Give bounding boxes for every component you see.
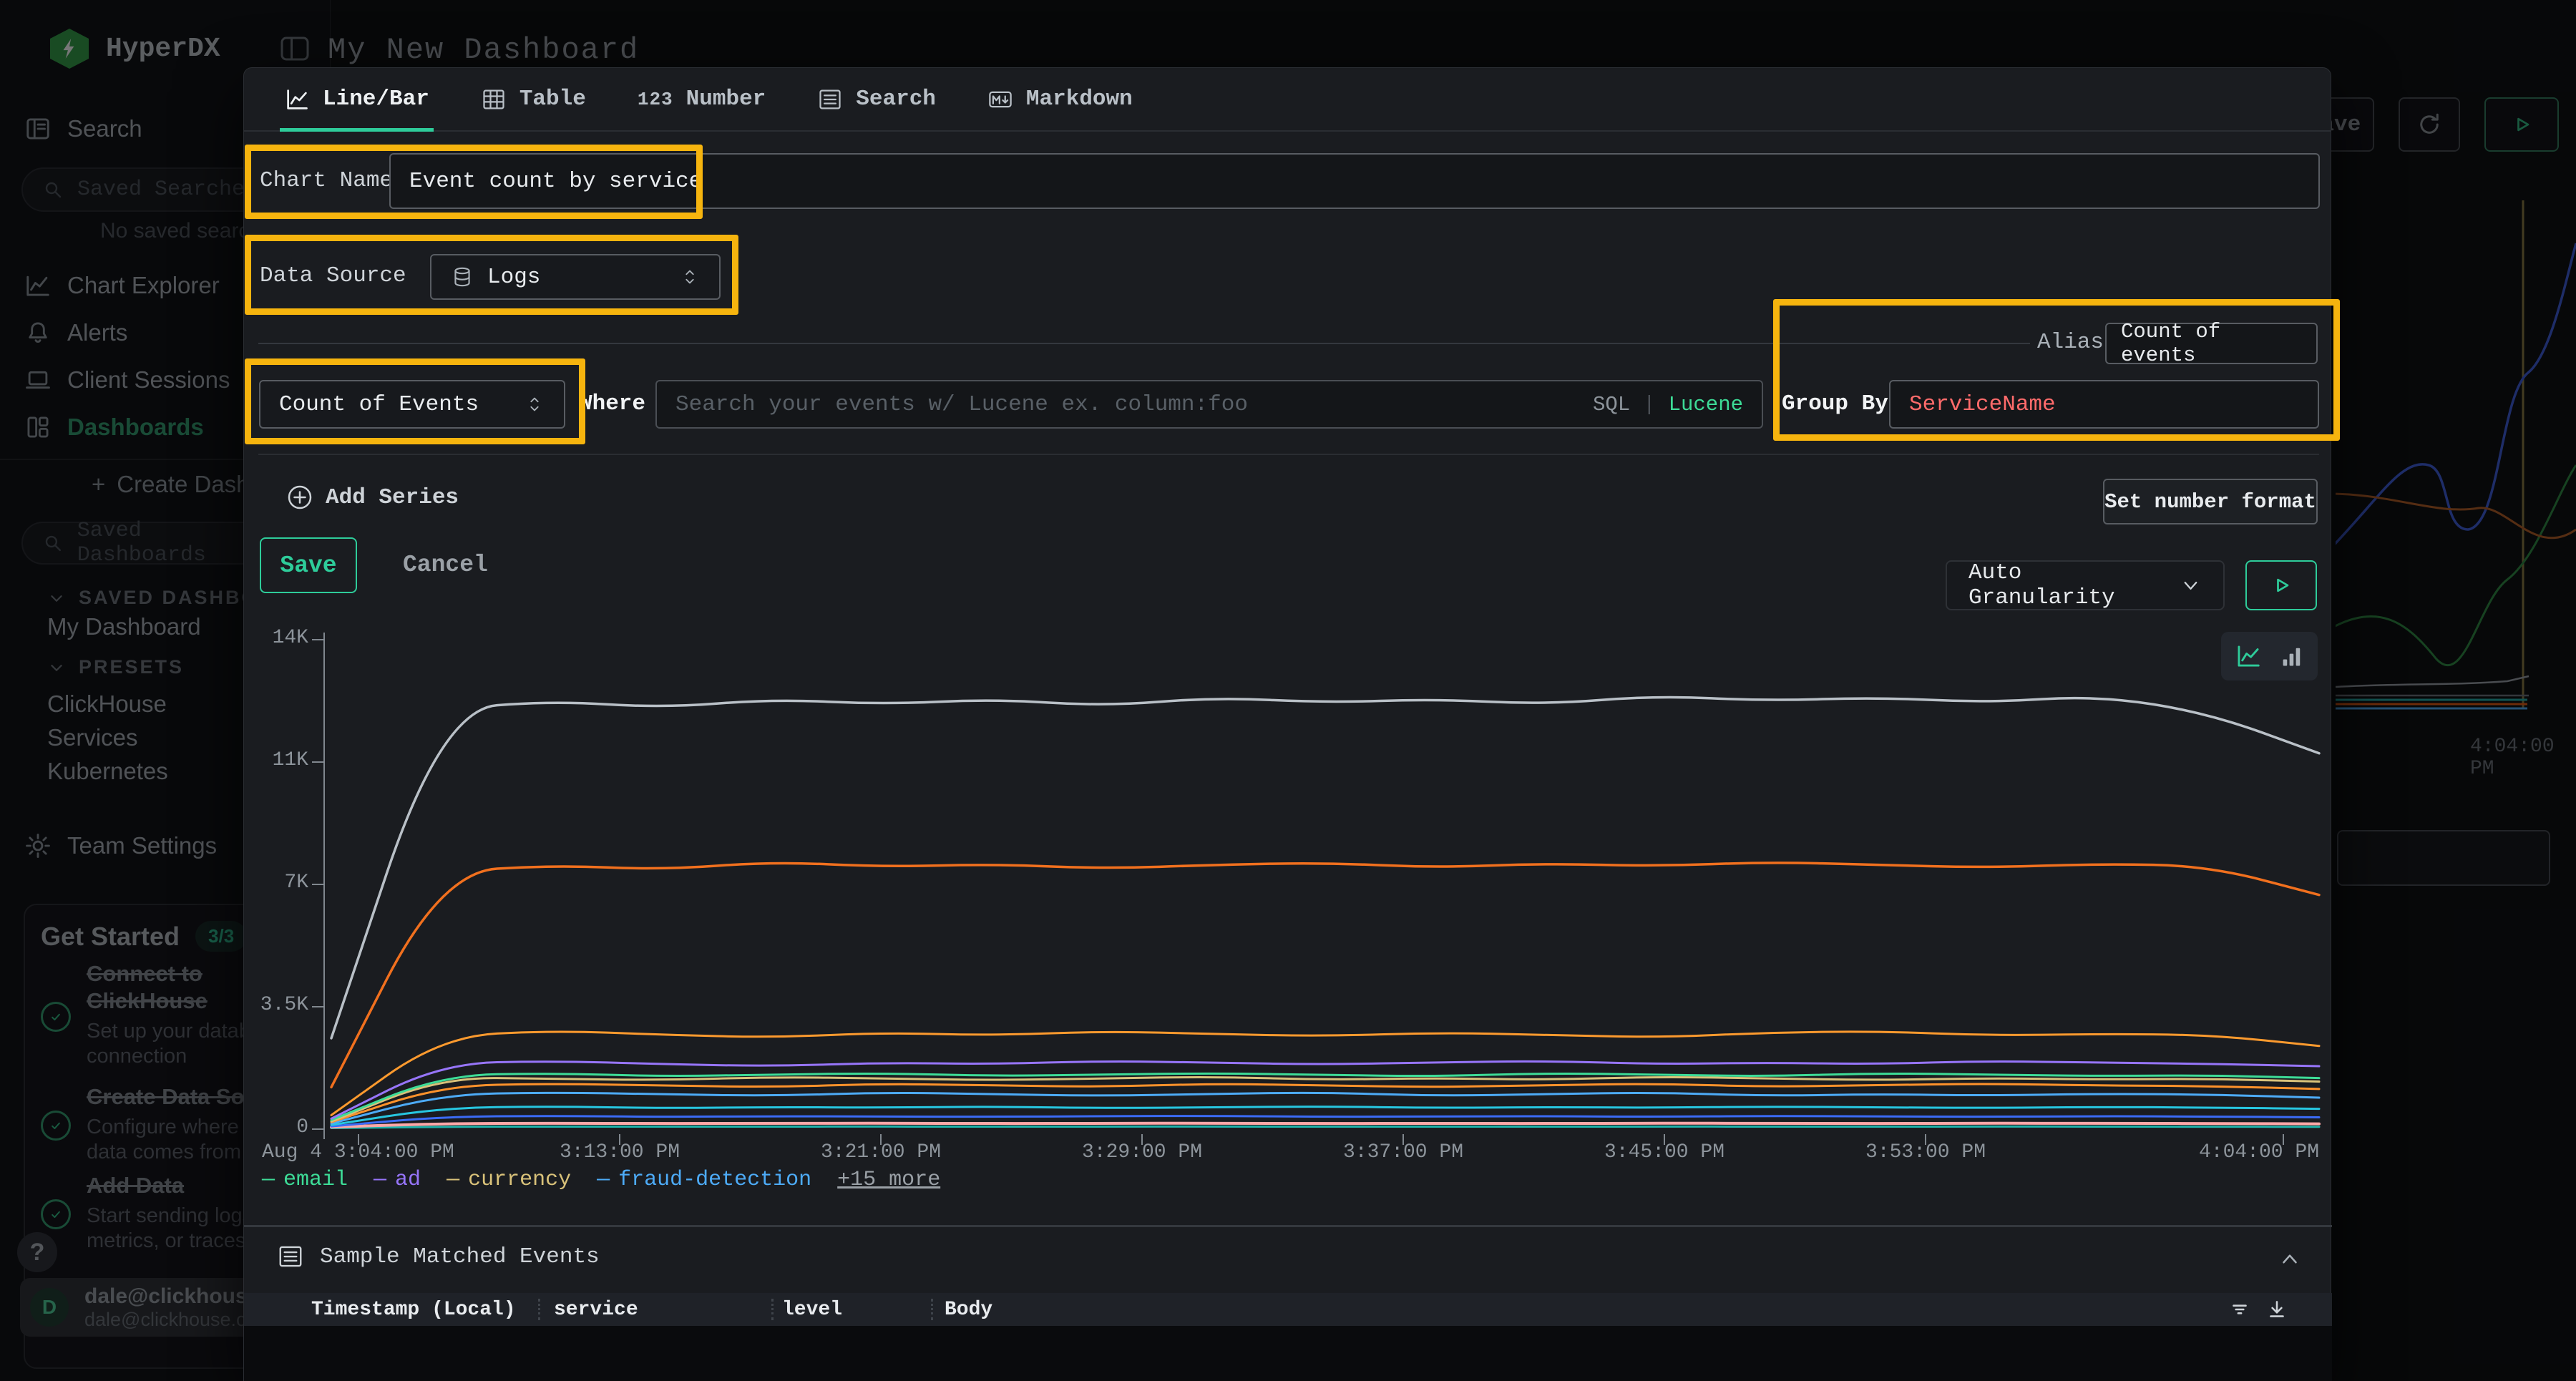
y-tick-label: 3.5K bbox=[247, 994, 308, 1016]
legend-item[interactable]: — ad bbox=[374, 1168, 421, 1192]
legend-item[interactable]: — email bbox=[262, 1168, 348, 1192]
y-tick-label: 0 bbox=[247, 1116, 308, 1138]
legend-label: currency bbox=[468, 1168, 571, 1192]
events-table-body bbox=[244, 1326, 2332, 1381]
series-line-unnamed bbox=[331, 1116, 2319, 1127]
sample-matched-events-header: Sample Matched Events bbox=[277, 1243, 600, 1270]
legend-swatch: — bbox=[447, 1168, 459, 1192]
series-line-unnamed bbox=[331, 697, 2319, 1038]
column-separator[interactable] bbox=[771, 1299, 774, 1320]
series-line-email bbox=[331, 1073, 2319, 1120]
section-divider bbox=[244, 1225, 2332, 1227]
chart-legend: — email — ad — currency — fraud-detection +15 mo… bbox=[262, 1168, 940, 1192]
series-line-unnamed bbox=[331, 1084, 2319, 1122]
series-line-unnamed bbox=[331, 1107, 2319, 1126]
legend-label: fraud-detection bbox=[618, 1168, 811, 1192]
legend-item[interactable]: — currency bbox=[447, 1168, 571, 1192]
legend-swatch: — bbox=[374, 1168, 386, 1192]
series-line-unnamed bbox=[331, 1126, 2319, 1128]
column-header[interactable]: Timestamp (Local) bbox=[311, 1299, 516, 1321]
series-line-fraud-detection bbox=[331, 1093, 2319, 1123]
legend-swatch: — bbox=[262, 1168, 275, 1192]
legend-more-link[interactable]: +15 more bbox=[837, 1168, 940, 1192]
line-chart-area[interactable]: 03.5K7K11K14KAug 4 3:04:00 PM3:13:00 PM3… bbox=[244, 68, 2332, 1381]
column-separator[interactable] bbox=[538, 1299, 540, 1320]
line-chart-toggle-icon[interactable] bbox=[2235, 643, 2262, 670]
legend-item[interactable]: — fraud-detection bbox=[597, 1168, 811, 1192]
x-tick-label: 3:13:00 PM bbox=[505, 1141, 734, 1163]
x-tick-label: 4:04:00 PM bbox=[2062, 1141, 2319, 1163]
x-tick-label: 3:37:00 PM bbox=[1289, 1141, 1518, 1163]
y-tick-label: 14K bbox=[247, 627, 308, 649]
legend-swatch: — bbox=[597, 1168, 610, 1192]
column-header[interactable]: Body bbox=[945, 1299, 992, 1321]
bar-chart-toggle-icon[interactable] bbox=[2279, 643, 2305, 669]
legend-label: ad bbox=[395, 1168, 421, 1192]
series-line-ad bbox=[331, 1061, 2319, 1118]
collapse-section-chevron-up-icon[interactable] bbox=[2278, 1247, 2302, 1272]
series-line-unnamed bbox=[331, 863, 2319, 1087]
chart-editor-modal: Line/Bar Table 123 Number Search Markdow… bbox=[243, 67, 2331, 1381]
column-separator[interactable] bbox=[931, 1299, 933, 1320]
filter-icon[interactable] bbox=[2228, 1297, 2252, 1322]
events-table-header: Timestamp (Local) service level Body bbox=[244, 1293, 2332, 1326]
download-icon[interactable] bbox=[2265, 1297, 2289, 1322]
y-tick-label: 7K bbox=[247, 872, 308, 894]
x-tick-label: 3:53:00 PM bbox=[1811, 1141, 2040, 1163]
column-header[interactable]: service bbox=[554, 1299, 638, 1321]
series-line-currency bbox=[331, 1077, 2319, 1121]
chart-display-toggle bbox=[2221, 632, 2318, 680]
x-tick-label: 3:45:00 PM bbox=[1550, 1141, 1779, 1163]
y-tick-label: 11K bbox=[247, 749, 308, 771]
x-tick-label: 3:21:00 PM bbox=[766, 1141, 995, 1163]
list-icon bbox=[277, 1243, 304, 1270]
x-tick-label: 3:29:00 PM bbox=[1028, 1141, 1257, 1163]
series-line-unnamed bbox=[331, 1123, 2319, 1127]
legend-label: email bbox=[283, 1168, 348, 1192]
column-header[interactable]: level bbox=[782, 1299, 842, 1321]
series-line-unnamed bbox=[331, 1032, 2319, 1116]
